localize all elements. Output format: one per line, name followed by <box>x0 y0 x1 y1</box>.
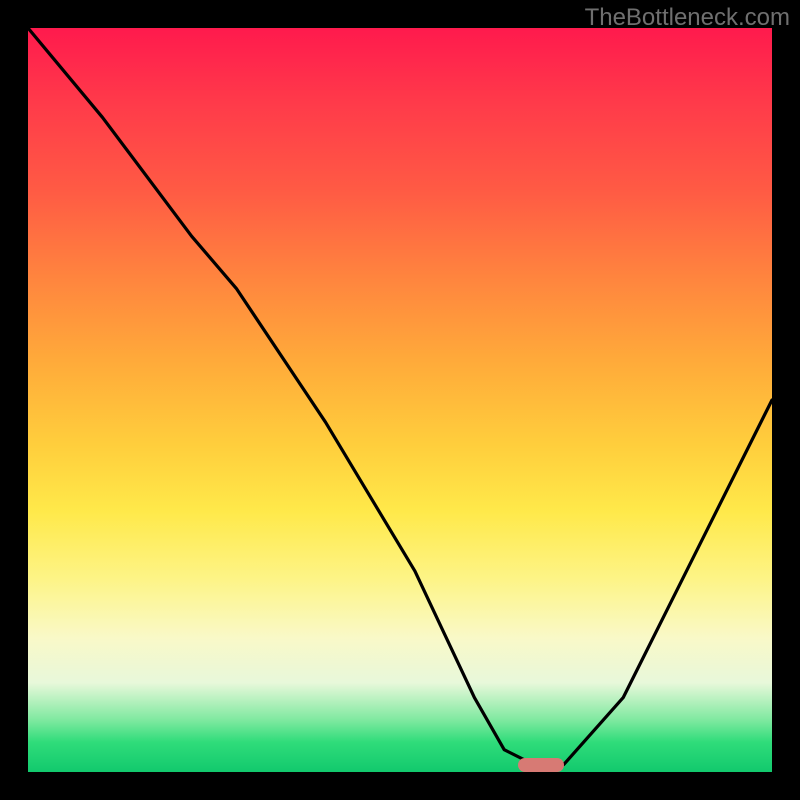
bottleneck-curve-path <box>28 28 772 765</box>
optimal-marker <box>518 758 564 772</box>
curve-svg <box>28 28 772 772</box>
plot-area <box>28 28 772 772</box>
chart-frame: TheBottleneck.com <box>0 0 800 800</box>
